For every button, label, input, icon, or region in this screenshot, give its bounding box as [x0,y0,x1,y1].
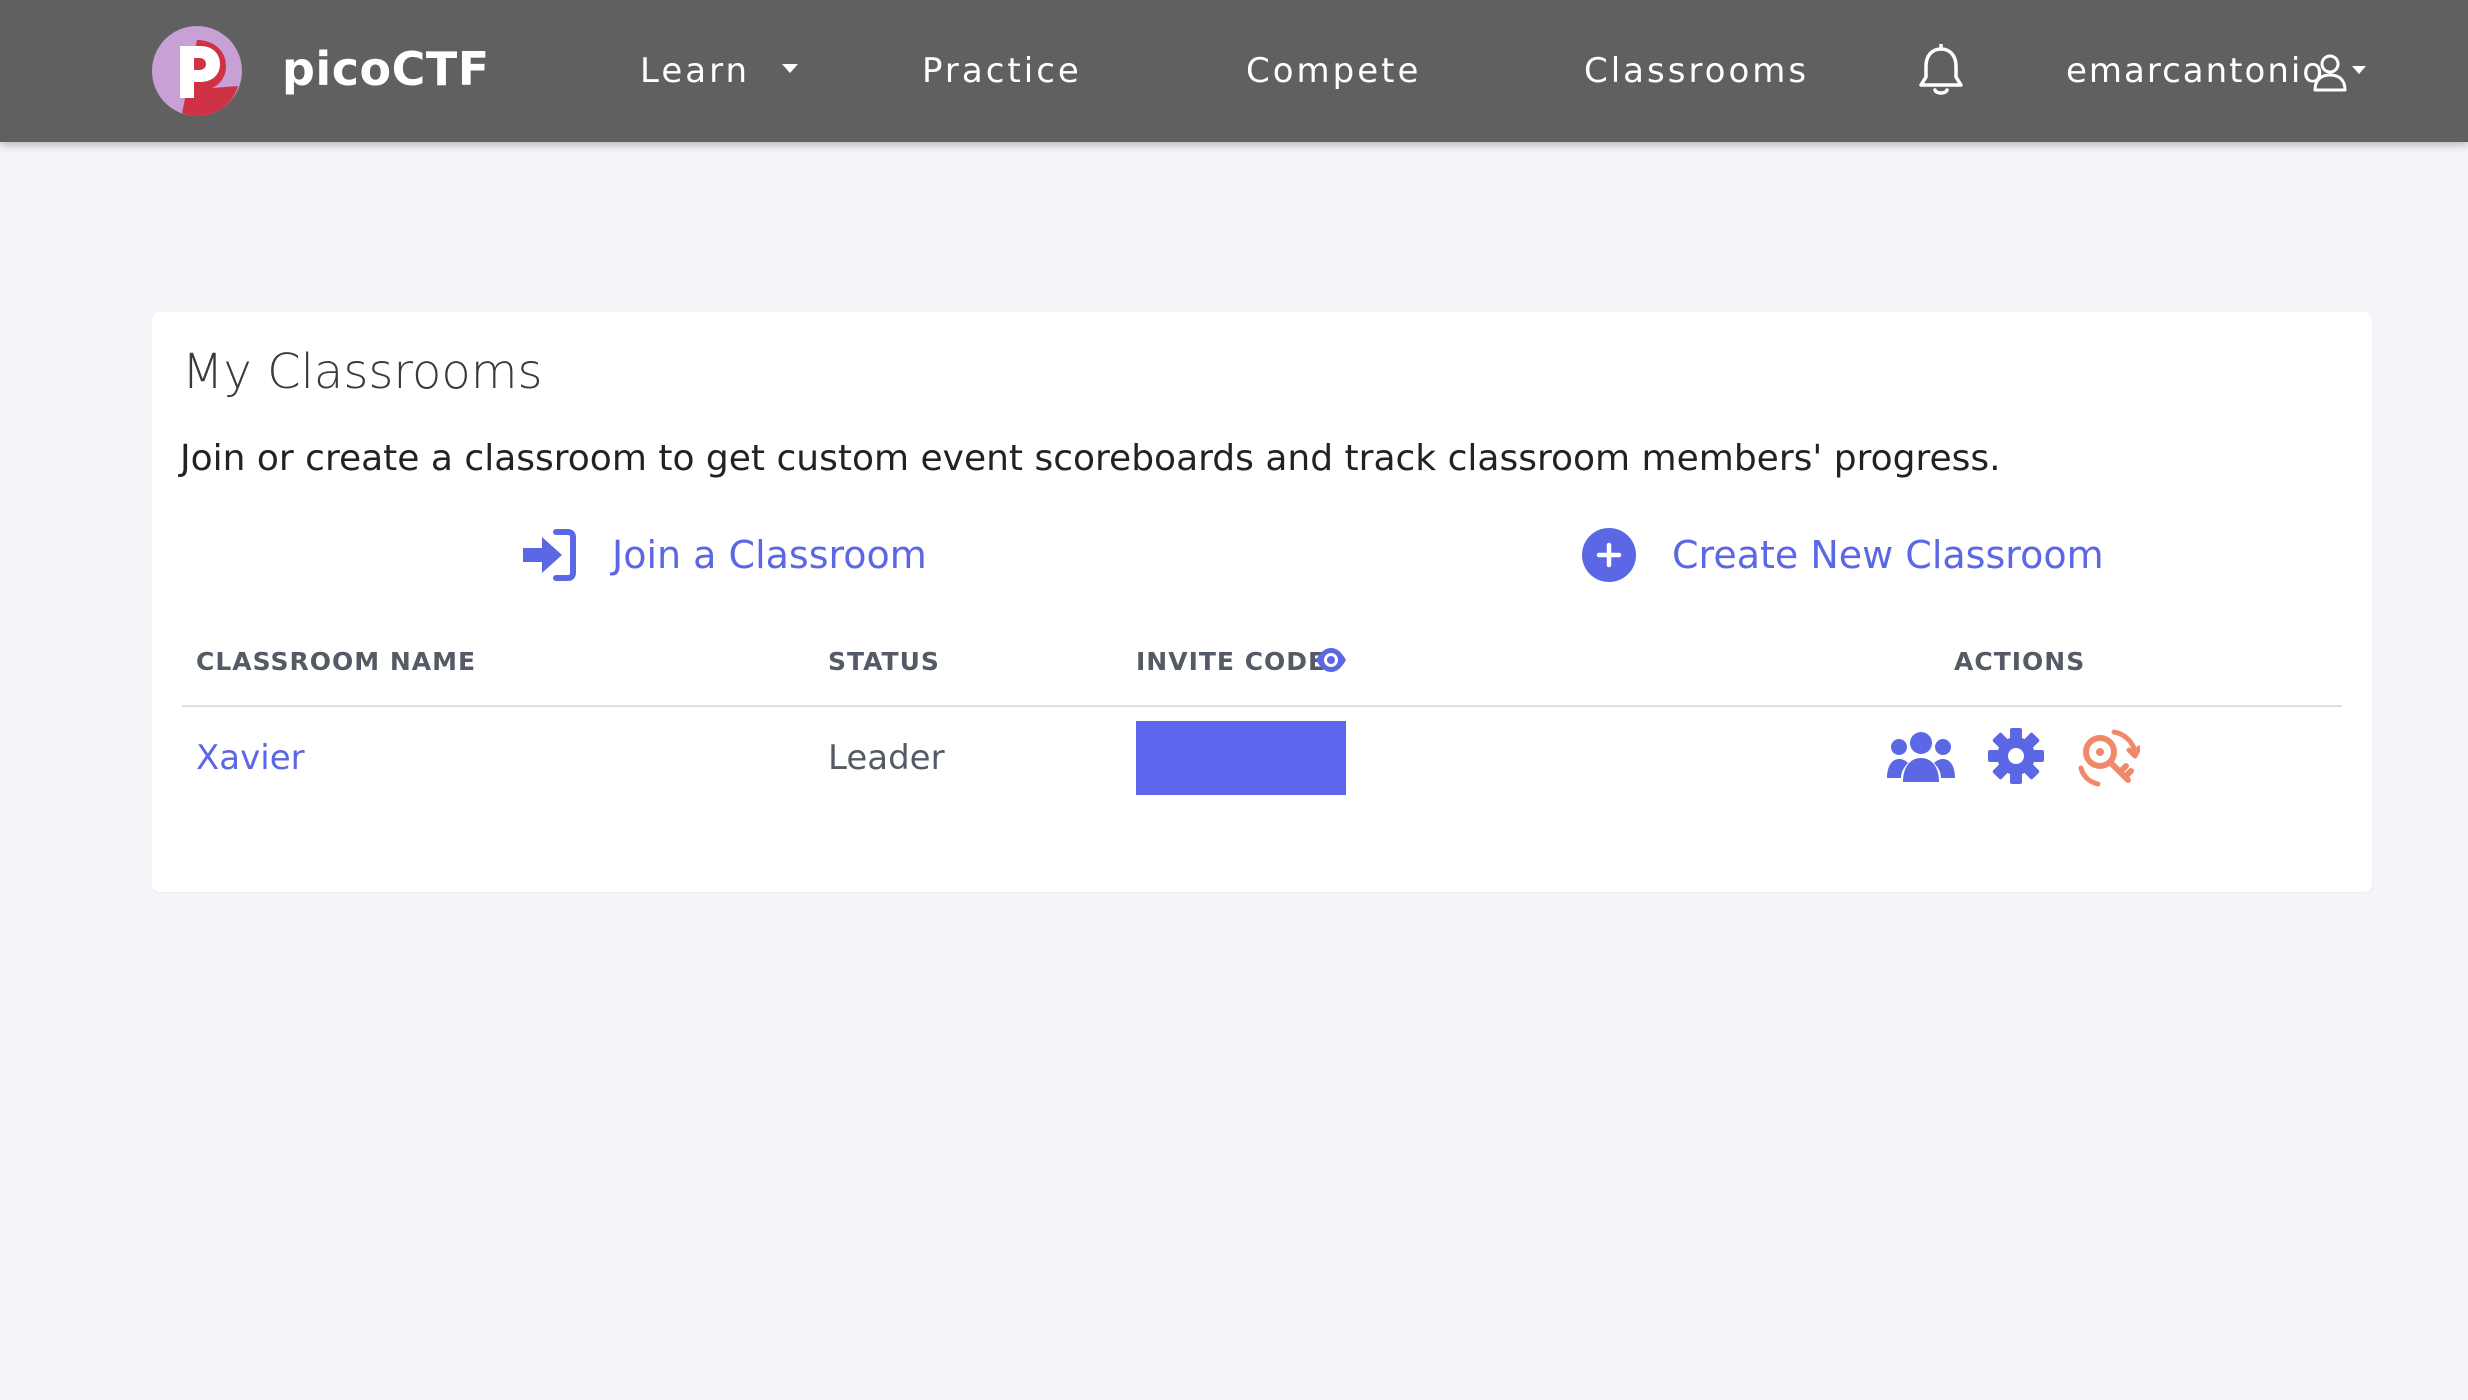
join-classroom-label: Join a Classroom [612,533,927,577]
table-divider [182,705,2342,707]
classroom-name-link[interactable]: Xavier [196,734,305,782]
eye-icon[interactable] [1314,646,1348,674]
page-title: My Classrooms [182,344,543,400]
plus-circle-icon [1582,528,1636,582]
bell-icon[interactable] [1916,44,1966,98]
classrooms-card: My Classrooms Join or create a classroom… [152,312,2372,892]
column-header-classroom-name: CLASSROOM NAME [196,647,477,676]
nav-practice[interactable]: Practice [922,48,1082,94]
brand-name[interactable]: picoCTF [282,38,490,100]
user-menu-chevron-icon[interactable] [2352,66,2366,74]
members-icon[interactable] [1886,726,1956,788]
transfer-key-icon[interactable] [2078,726,2140,788]
page-description: Join or create a classroom to get custom… [180,438,2001,479]
user-menu[interactable]: emarcantonio [2066,48,2325,94]
user-icon[interactable] [2312,52,2348,92]
column-header-actions: ACTIONS [1954,647,2086,676]
nav-classrooms[interactable]: Classrooms [1584,48,1809,94]
column-header-invite-code: INVITE CODE [1136,647,1327,676]
classroom-status: Leader [828,738,945,778]
settings-gear-icon[interactable] [1986,726,2046,786]
sign-in-icon [523,529,576,581]
chevron-down-icon[interactable] [782,64,798,73]
column-header-status: STATUS [828,647,940,676]
picoctf-logo[interactable] [152,26,242,116]
invite-code-hidden [1136,721,1346,795]
create-classroom-label: Create New Classroom [1672,533,2104,577]
nav-learn[interactable]: Learn [640,48,750,94]
nav-compete[interactable]: Compete [1246,48,1421,94]
top-navbar: picoCTF Learn Practice Compete Classroom… [0,0,2468,142]
